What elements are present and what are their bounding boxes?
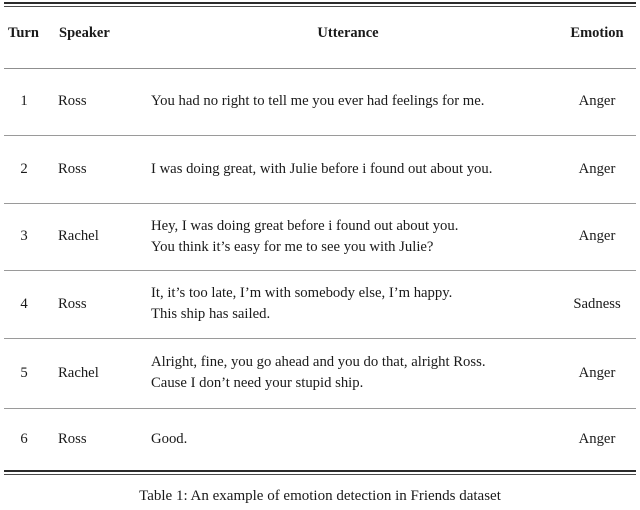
utterance-line: It, it’s too late, I’m with somebody els… (151, 285, 453, 302)
utterance-line: Alright, fine, you go ahead and you do t… (151, 354, 486, 371)
utterance-line: Hey, I was doing great before i found ou… (151, 217, 459, 234)
cell-turn: 5 (20, 364, 28, 381)
table-header: Turn Speaker Utterance Emotion (4, 0, 636, 68)
utterance-line: You had no right to tell me you ever had… (151, 93, 485, 110)
column-header-turn: Turn (8, 25, 39, 42)
cell-speaker: Rachel (58, 364, 99, 381)
column-header-utterance: Utterance (317, 25, 379, 42)
cell-emotion: Anger (578, 160, 616, 177)
cell-speaker: Ross (58, 295, 87, 312)
cell-speaker: Ross (58, 93, 87, 109)
table-row: 1 Ross You had no right to tell me you e… (4, 68, 636, 135)
utterance-line: I was doing great, with Julie before i f… (151, 160, 493, 177)
table-figure: Turn Speaker Utterance Emotion 1 Ross Yo… (0, 0, 640, 510)
cell-turn: 4 (20, 295, 28, 312)
cell-speaker: Rachel (58, 228, 99, 244)
cell-emotion: Anger (578, 364, 616, 381)
table-top-rule-inner (4, 6, 636, 7)
emotion-detection-table: Turn Speaker Utterance Emotion 1 Ross Yo… (4, 0, 636, 470)
utterance-line: Good. (151, 430, 188, 447)
cell-turn: 1 (20, 93, 28, 109)
cell-turn: 3 (20, 228, 28, 244)
column-header-speaker: Speaker (59, 25, 110, 42)
table-row: 2 Ross I was doing great, with Julie bef… (4, 135, 636, 203)
table-body: 1 Ross You had no right to tell me you e… (4, 68, 636, 470)
cell-utterance: You had no right to tell me you ever had… (138, 68, 558, 135)
table-row: 6 Ross Good. Anger (4, 408, 636, 470)
table-top-rule-outer (4, 2, 636, 4)
cell-utterance: It, it’s too late, I’m with somebody els… (138, 270, 558, 338)
table-row: 4 Ross It, it’s too late, I’m with someb… (4, 270, 636, 338)
table-caption: Table 1: An example of emotion detection… (139, 488, 501, 504)
table-row: 5 Rachel Alright, fine, you go ahead and… (4, 338, 636, 408)
cell-turn: 6 (20, 430, 28, 447)
cell-speaker: Ross (58, 160, 87, 177)
cell-utterance: Hey, I was doing great before i found ou… (138, 203, 558, 270)
utterance-line: Cause I don’t need your stupid ship. (151, 375, 364, 391)
table-bottom-rule-outer (4, 470, 636, 472)
table-bottom-rule-inner (4, 474, 636, 475)
cell-turn: 2 (20, 160, 28, 177)
cell-emotion: Anger (578, 430, 616, 447)
cell-utterance: Good. (138, 408, 558, 470)
cell-emotion: Sadness (573, 295, 621, 312)
utterance-line: You think it’s easy for me to see you wi… (151, 238, 434, 255)
column-header-emotion: Emotion (570, 25, 624, 42)
cell-emotion: Anger (578, 228, 616, 244)
cell-emotion: Anger (578, 93, 616, 109)
cell-utterance: I was doing great, with Julie before i f… (138, 135, 558, 203)
cell-speaker: Ross (58, 430, 87, 447)
cell-utterance: Alright, fine, you go ahead and you do t… (138, 338, 558, 408)
utterance-line: This ship has sailed. (151, 306, 271, 322)
table-row: 3 Rachel Hey, I was doing great before i… (4, 203, 636, 270)
